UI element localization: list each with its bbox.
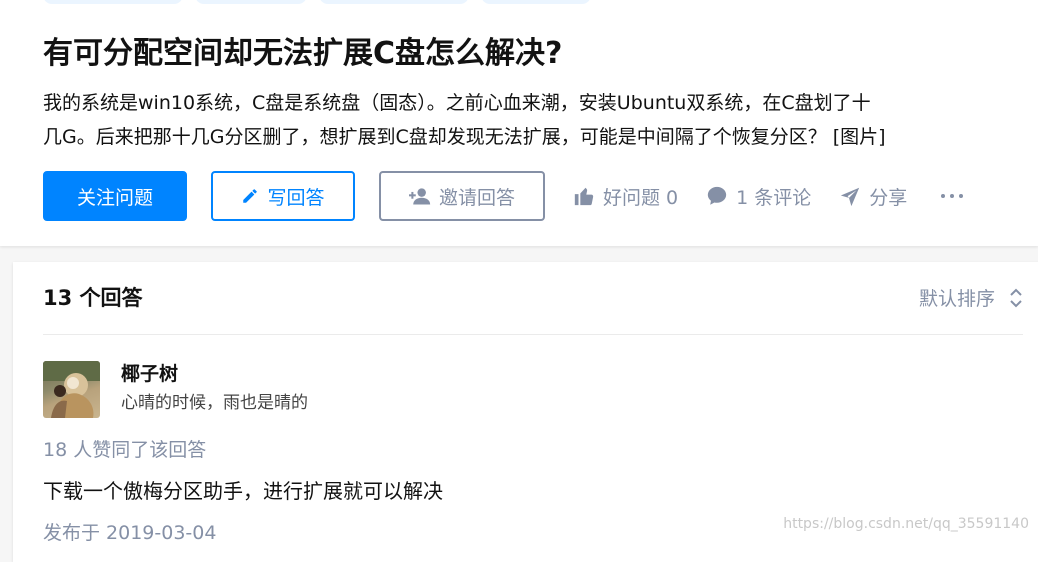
topic-tag[interactable]: [43, 0, 183, 4]
comment-icon: [707, 186, 727, 205]
question-excerpt[interactable]: 我的系统是win10系统，C盘是系统盘（固态）。之前心血来潮，安装Ubuntu双…: [43, 86, 1038, 154]
paper-plane-icon: [841, 187, 860, 207]
more-dot: [959, 194, 964, 198]
more-icon[interactable]: [941, 194, 964, 198]
good-question-label: 好问题 0: [603, 186, 679, 209]
follow-question-button[interactable]: 关注问题: [43, 171, 187, 221]
comments-button[interactable]: 1 条评论: [706, 183, 811, 210]
write-answer-button[interactable]: 写回答: [211, 171, 355, 221]
question-excerpt-line: 我的系统是win10系统，C盘是系统盘（固态）。之前心血来潮，安装Ubuntu双…: [43, 92, 871, 114]
question-excerpt-line: 几G。后来把那十几G分区删了，想扩展到C盘却发现无法扩展，可能是中间隔了个恢复分…: [43, 126, 886, 148]
author-bio: 心晴的时候，雨也是晴的: [121, 393, 308, 413]
comments-label: 1 条评论: [736, 186, 812, 209]
topic-tags: [43, 0, 591, 4]
topic-tag[interactable]: [195, 0, 307, 4]
sort-icon: [1010, 288, 1022, 307]
vote-count: 18 人赞同了该回答: [43, 439, 207, 461]
author-name[interactable]: 椰子树: [121, 360, 178, 388]
answer-content: 下载一个傲梅分区助手，进行扩展就可以解决: [43, 479, 443, 503]
avatar-image: [43, 361, 100, 418]
answers-header: 13 个回答 默认排序: [43, 262, 1023, 335]
topic-tag[interactable]: [319, 0, 469, 4]
question-actions: 关注问题 写回答 邀请回答 好问题 0 1 条评论 分享: [43, 171, 964, 221]
write-answer-label: 写回答: [267, 186, 325, 209]
question-title: 有可分配空间却无法扩展C盘怎么解决?: [43, 36, 563, 71]
invite-answer-button[interactable]: 邀请回答: [379, 171, 545, 221]
topic-tag[interactable]: [481, 0, 591, 4]
watermark: https://blog.csdn.net/qq_35591140: [783, 516, 1029, 532]
avatar[interactable]: [43, 361, 100, 418]
thumbs-up-icon: [574, 187, 594, 206]
sort-label: 默认排序: [918, 288, 995, 310]
follow-question-label: 关注问题: [76, 186, 153, 209]
share-button[interactable]: 分享: [839, 183, 907, 210]
sort-toggle[interactable]: 默认排序: [919, 284, 1023, 311]
good-question-button[interactable]: 好问题 0: [573, 183, 678, 210]
question-card: 有可分配空间却无法扩展C盘怎么解决? 我的系统是win10系统，C盘是系统盘（固…: [0, 0, 1038, 246]
more-dot: [950, 194, 955, 198]
invite-answer-label: 邀请回答: [438, 186, 515, 209]
add-user-icon: [408, 188, 431, 205]
more-dot: [941, 194, 946, 198]
answers-count: 13 个回答: [43, 286, 143, 310]
share-label: 分享: [869, 186, 908, 209]
pencil-icon: [243, 189, 258, 203]
publish-time[interactable]: 发布于 2019-03-04: [43, 519, 216, 547]
